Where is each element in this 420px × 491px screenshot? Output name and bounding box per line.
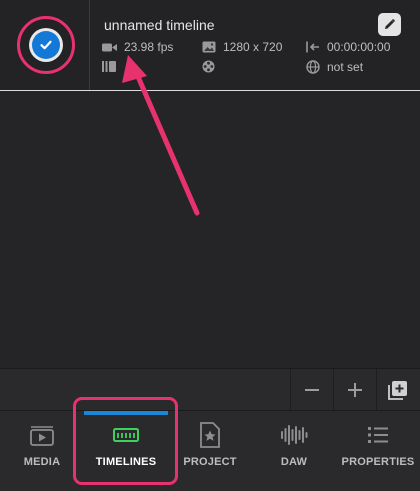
tab-timelines[interactable]: TIMELINES [84,411,168,491]
zoom-out-button[interactable] [290,369,332,411]
header-divider [89,0,90,90]
fps-info: 23.98 fps [102,40,173,54]
tab-project-label: PROJECT [183,456,237,468]
tab-media-label: MEDIA [23,456,61,468]
waveform-icon [281,425,308,445]
tab-timelines-label: TIMELINES [95,456,157,468]
resolution-value: 1280 x 720 [223,40,283,54]
tab-daw[interactable]: DAW [252,411,336,491]
tab-project[interactable]: PROJECT [168,411,252,491]
fps-value: 23.98 fps [124,40,174,54]
minus-icon [304,389,319,391]
add-timeline-icon [387,381,407,400]
annotation-circle [17,16,75,74]
edit-button[interactable] [378,13,401,36]
resolution-info: 1280 x 720 [202,40,282,54]
video-camera-icon [102,43,117,51]
timeline-header: unnamed timeline 23.98 fps 1280 x 720 00… [0,0,420,91]
film-reel-icon [202,60,215,73]
project-icon [200,422,220,448]
tab-media[interactable]: MEDIA [0,411,84,491]
plus-icon [347,383,362,397]
timelines-icon [113,428,139,442]
zoom-in-button[interactable] [333,369,375,411]
image-icon [202,41,216,53]
bottom-tab-bar: MEDIA TIMELINES PROJECT DAW PROPERTIES [0,411,420,491]
add-timeline-button[interactable] [376,369,418,411]
language-value: not set [327,60,364,74]
start-timecode-info: 00:00:00:00 [306,40,390,54]
check-icon [32,31,60,59]
start-time-icon [306,41,319,53]
tab-properties[interactable]: PROPERTIES [336,411,420,491]
select-timeline-toggle[interactable] [29,28,63,62]
tab-properties-label: PROPERTIES [341,456,415,468]
tracks-info [102,60,123,73]
tracks-icon [102,61,116,72]
properties-icon [368,427,388,443]
reel-info [202,60,222,73]
pencil-icon [385,18,396,29]
media-icon [30,426,54,446]
globe-icon [306,60,320,74]
tab-daw-label: DAW [280,456,308,468]
timeline-toolbar [0,368,420,411]
language-info: not set [306,60,363,74]
timeline-title[interactable]: unnamed timeline [104,17,215,33]
start-timecode-value: 00:00:00:00 [327,40,391,54]
